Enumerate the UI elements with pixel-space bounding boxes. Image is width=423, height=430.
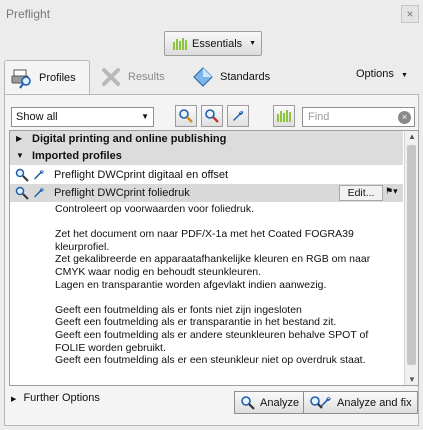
- chevron-down-icon: ▼: [141, 112, 149, 121]
- analyze-and-fix-button[interactable]: Analyze and fix: [303, 391, 418, 414]
- flag-dropdown-icon[interactable]: ⚑▾: [385, 186, 398, 197]
- description-line: Geeft een foutmelding als er een steunkl…: [55, 354, 366, 367]
- vertical-scrollbar[interactable]: ▲ ▼: [404, 131, 418, 385]
- scroll-down-icon[interactable]: ▼: [408, 375, 416, 384]
- group-label: Digital printing and online publishing: [32, 133, 227, 145]
- profile-label: Preflight DWCprint foliedruk: [54, 187, 190, 199]
- group-imported-profiles[interactable]: ▼ Imported profiles: [10, 148, 403, 165]
- profile-label: Preflight DWCprint digitaal en offset: [54, 169, 229, 181]
- tab-standards[interactable]: Standards: [192, 60, 270, 94]
- fixup-profile-button[interactable]: [175, 105, 197, 127]
- magnifier-wrench-icon: [310, 395, 331, 409]
- wrench-icon: [34, 169, 44, 180]
- check-button[interactable]: [201, 105, 223, 127]
- close-button[interactable]: ×: [401, 5, 419, 23]
- description-line: Zet gekalibreerde en apparaatafhankelijk…: [55, 253, 371, 278]
- profiles-list: ▶ Digital printing and online publishing…: [9, 130, 419, 386]
- magnifier-icon: [205, 109, 219, 123]
- panel-footer: ▶ Further Options Analyze Analyze and fi…: [5, 388, 420, 420]
- magnifier-icon: [15, 186, 29, 200]
- fixup-magnifier-icon: [179, 109, 193, 123]
- standards-diamond-icon: [193, 67, 213, 87]
- essentials-dropdown[interactable]: Essentials ▼: [164, 31, 262, 56]
- tab-profiles[interactable]: Profiles: [4, 60, 90, 94]
- chevron-down-icon: ▼: [400, 72, 408, 79]
- tab-bar: Profiles Results Standards Options ▼: [0, 60, 423, 94]
- magnifier-icon: [241, 395, 255, 410]
- options-menu[interactable]: Options ▼: [356, 68, 408, 80]
- group-digital-printing[interactable]: ▶ Digital printing and online publishing: [10, 131, 403, 148]
- tab-results[interactable]: Results: [100, 60, 165, 94]
- chevron-down-icon: ▼: [249, 40, 257, 47]
- expand-triangle-icon[interactable]: ▶: [16, 134, 22, 143]
- further-options-toggle[interactable]: ▶ Further Options: [11, 392, 100, 404]
- printer-magnifier-icon: [11, 69, 31, 89]
- description-line: Controleert op voorwaarden voor foliedru…: [55, 203, 255, 215]
- description-line: Geeft een foutmelding als er fonts niet …: [55, 303, 302, 316]
- analyze-button[interactable]: Analyze: [234, 391, 306, 414]
- tab-label: Results: [128, 71, 165, 83]
- wrench-icon: [34, 187, 44, 198]
- collapse-triangle-icon[interactable]: ▼: [16, 151, 24, 160]
- clear-search-icon[interactable]: ×: [398, 111, 411, 124]
- search-input[interactable]: Find ×: [302, 107, 415, 127]
- tab-label: Standards: [220, 71, 271, 83]
- further-options-label: Further Options: [23, 392, 100, 404]
- scroll-up-icon[interactable]: ▲: [408, 132, 416, 141]
- essentials-label: Essentials: [192, 37, 243, 50]
- window-title: Preflight: [6, 7, 51, 21]
- bar-chart-icon: [277, 110, 291, 122]
- analyze-and-fix-label: Analyze and fix: [337, 396, 412, 409]
- options-label: Options: [356, 68, 394, 80]
- results-x-icon: [102, 68, 120, 86]
- standards-chart-button[interactable]: [273, 105, 295, 127]
- tab-label: Profiles: [39, 71, 76, 84]
- bar-chart-icon: [173, 37, 187, 50]
- scrollbar-thumb[interactable]: [407, 145, 416, 365]
- profile-item-selected[interactable]: Preflight DWCprint foliedruk Edit... ⚑▾: [10, 184, 403, 202]
- description-line: Geeft een foutmelding als er transparant…: [55, 316, 337, 329]
- description-line: Lagen en transparantie worden afgevlakt …: [55, 278, 327, 291]
- description-line: Zet het document om naar PDF/X-1a met he…: [55, 228, 354, 253]
- group-label: Imported profiles: [32, 150, 122, 162]
- analyze-label: Analyze: [260, 396, 300, 409]
- magnifier-icon: [15, 168, 29, 182]
- profile-item[interactable]: Preflight DWCprint digitaal en offset: [10, 166, 403, 184]
- profile-description: Controleert op voorwaarden voor foliedru…: [55, 203, 401, 367]
- filter-select-value: Show all: [16, 111, 58, 123]
- title-bar: Preflight ×: [0, 0, 423, 30]
- filter-select[interactable]: Show all ▼: [11, 107, 154, 127]
- edit-button[interactable]: Edit...: [339, 185, 383, 201]
- profiles-toolbar: Show all ▼ Find ×: [5, 103, 420, 127]
- fixup-button[interactable]: [227, 105, 249, 127]
- profiles-panel: Show all ▼ Find × ▶ Digital printing and…: [4, 94, 419, 426]
- description-line: Geeft een foutmelding als er andere steu…: [55, 328, 369, 354]
- wrench-icon: [233, 110, 244, 121]
- expand-triangle-icon: ▶: [11, 396, 17, 403]
- search-placeholder: Find: [308, 111, 330, 123]
